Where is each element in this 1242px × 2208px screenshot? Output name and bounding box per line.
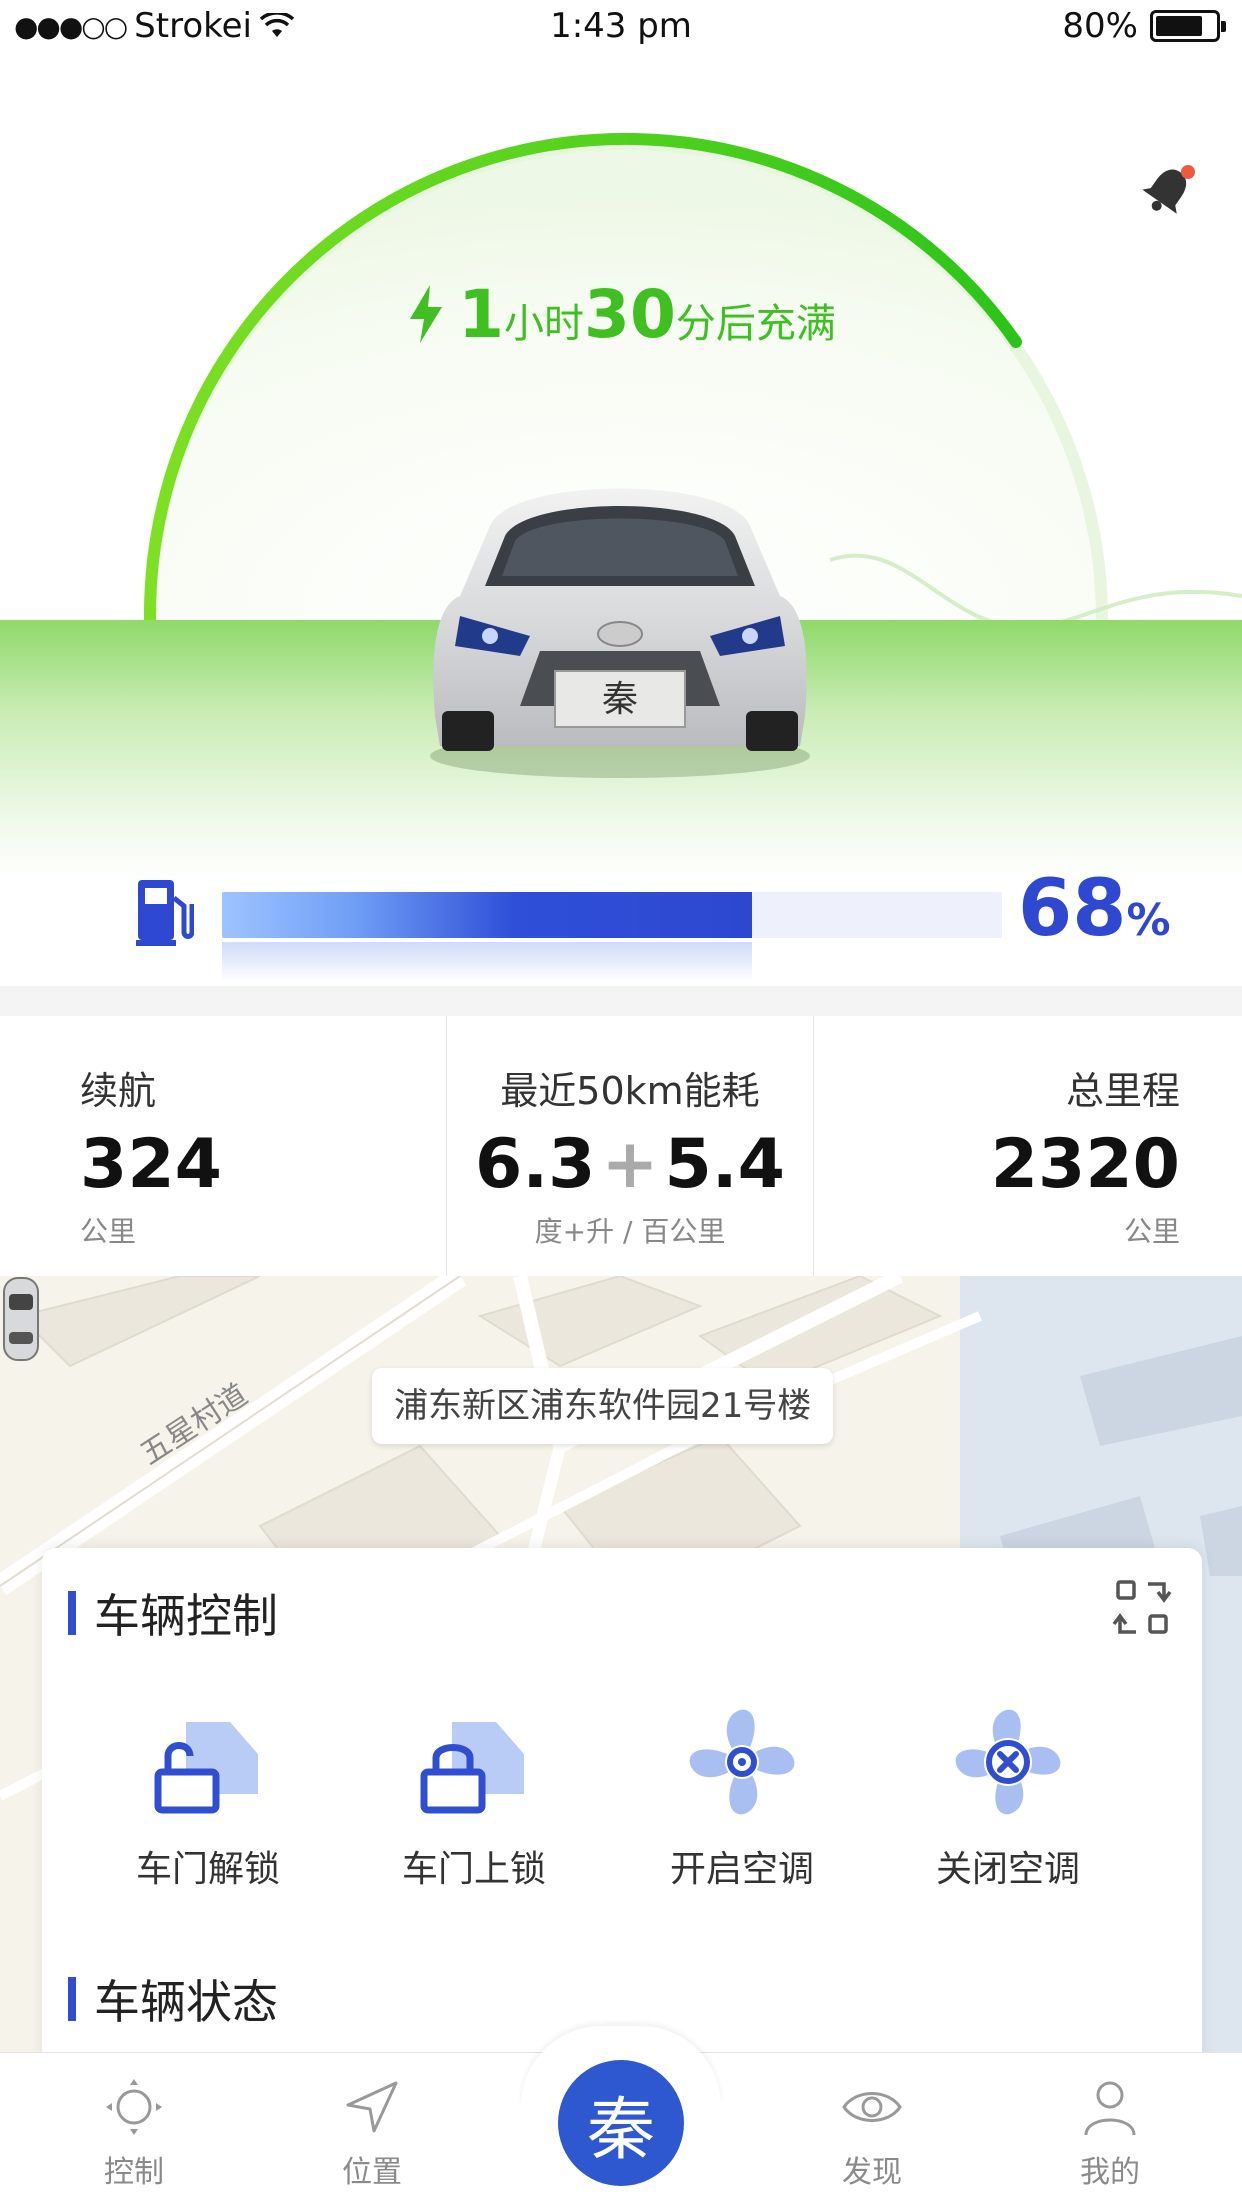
vehicle-control-title: 车辆控制	[68, 1580, 278, 1646]
tab-discover[interactable]: 发现	[792, 2075, 952, 2191]
battery-status: 80%	[1062, 6, 1226, 46]
battery-percent: 80%	[1062, 6, 1138, 46]
fuel-percent: 68%	[1018, 864, 1171, 954]
stats-row: 续航 324 公里 最近50km能耗 6.3+5.4 度+升 / 百公里 总里程…	[0, 1016, 1242, 1276]
consumption-electric: 6.3	[475, 1125, 596, 1204]
consumption-value: 6.3+5.4	[447, 1125, 813, 1204]
consumption-fuel: 5.4	[664, 1125, 785, 1204]
title-accent-bar	[68, 1591, 76, 1635]
fuel-percent-unit: %	[1126, 895, 1171, 946]
mileage-unit: 公里	[1123, 1215, 1180, 1248]
fuel-pump-icon	[136, 880, 194, 946]
charging-hero: 1小时30分后充满 秦 68%	[0, 56, 1242, 986]
fuel-level-bar	[222, 892, 1002, 938]
control-icon	[106, 2079, 162, 2135]
status-time: 1:43 pm	[550, 6, 692, 46]
charge-minutes: 30	[584, 276, 676, 353]
range-value: 324	[80, 1125, 222, 1204]
vehicle-status-title: 车辆状态	[68, 1966, 278, 2032]
charge-hours-label: 小时	[504, 301, 585, 347]
ac-on-button[interactable]: 开启空调	[632, 1702, 852, 1892]
car-image: 秦	[430, 488, 810, 778]
range-unit: 公里	[80, 1215, 137, 1248]
ac-off-label: 关闭空调	[935, 1849, 1080, 1890]
qin-home-button[interactable]: 秦	[558, 2060, 684, 2186]
fan-off-icon	[955, 1709, 1061, 1815]
door-unlock-button[interactable]: 车门解锁	[98, 1702, 318, 1892]
bell-icon[interactable]	[1136, 160, 1198, 222]
status-bar: ●●●○○ Strokei 1:43 pm 80%	[0, 0, 1242, 56]
plus-sign: +	[601, 1125, 659, 1204]
ac-on-label: 开启空调	[669, 1849, 814, 1890]
consumption-unit: 度+升 / 百公里	[534, 1215, 726, 1248]
tab-control-label: 控制	[104, 2155, 164, 2190]
switch-icon[interactable]	[1112, 1578, 1172, 1638]
address-label[interactable]: 浦东新区浦东软件园21号楼	[372, 1368, 834, 1444]
title-accent-bar	[68, 1977, 76, 2021]
door-unlock-label: 车门解锁	[135, 1849, 280, 1890]
range-label: 续航	[80, 1069, 157, 1113]
mileage-label: 总里程	[1065, 1069, 1180, 1113]
fan-on-icon	[689, 1709, 795, 1815]
user-icon	[1084, 2081, 1136, 2136]
vehicle-status-title-text: 车辆状态	[94, 1975, 278, 2029]
tab-profile[interactable]: 我的	[1030, 2075, 1190, 2191]
car-plate-text: 秦	[602, 679, 638, 720]
mileage-value: 2320	[990, 1125, 1180, 1204]
door-lock-icon	[420, 1722, 524, 1814]
door-lock-button[interactable]: 车门上锁	[364, 1702, 584, 1892]
tab-discover-label: 发现	[842, 2155, 902, 2190]
charge-minutes-label: 分后充满	[675, 301, 836, 347]
location-arrow-icon	[346, 2081, 398, 2133]
tab-location-label: 位置	[342, 2155, 402, 2190]
car-location-icon	[3, 1277, 39, 1361]
tab-profile-label: 我的	[1080, 2155, 1140, 2190]
consumption-stat[interactable]: 最近50km能耗 6.3+5.4 度+升 / 百公里	[447, 1016, 814, 1276]
vehicle-control-title-text: 车辆控制	[94, 1589, 278, 1643]
fuel-level-fill	[222, 892, 753, 938]
battery-icon	[1150, 10, 1226, 42]
mileage-stat[interactable]: 总里程 2320 公里	[814, 1016, 1242, 1276]
charge-hours: 1	[458, 276, 505, 353]
range-stat[interactable]: 续航 324 公里	[0, 1016, 447, 1276]
fuel-percent-value: 68	[1018, 864, 1127, 954]
door-lock-label: 车门上锁	[401, 1849, 546, 1890]
eye-icon	[842, 2092, 902, 2122]
charge-time-text: 1小时30分后充满	[0, 276, 1242, 353]
ac-off-button[interactable]: 关闭空调	[898, 1702, 1118, 1892]
fuel-bar-reflection	[222, 942, 752, 982]
door-unlock-icon	[154, 1722, 258, 1814]
lightning-icon	[410, 285, 443, 343]
vehicle-control-card: 车辆控制 车门解锁 车门上锁 开启空调 关闭空调 车辆状态	[42, 1548, 1202, 2068]
tab-location[interactable]: 位置	[292, 2075, 452, 2191]
battery-level	[1156, 16, 1203, 36]
tab-control[interactable]: 控制	[54, 2075, 214, 2191]
consumption-label: 最近50km能耗	[500, 1069, 760, 1113]
section-divider	[0, 986, 1242, 1016]
